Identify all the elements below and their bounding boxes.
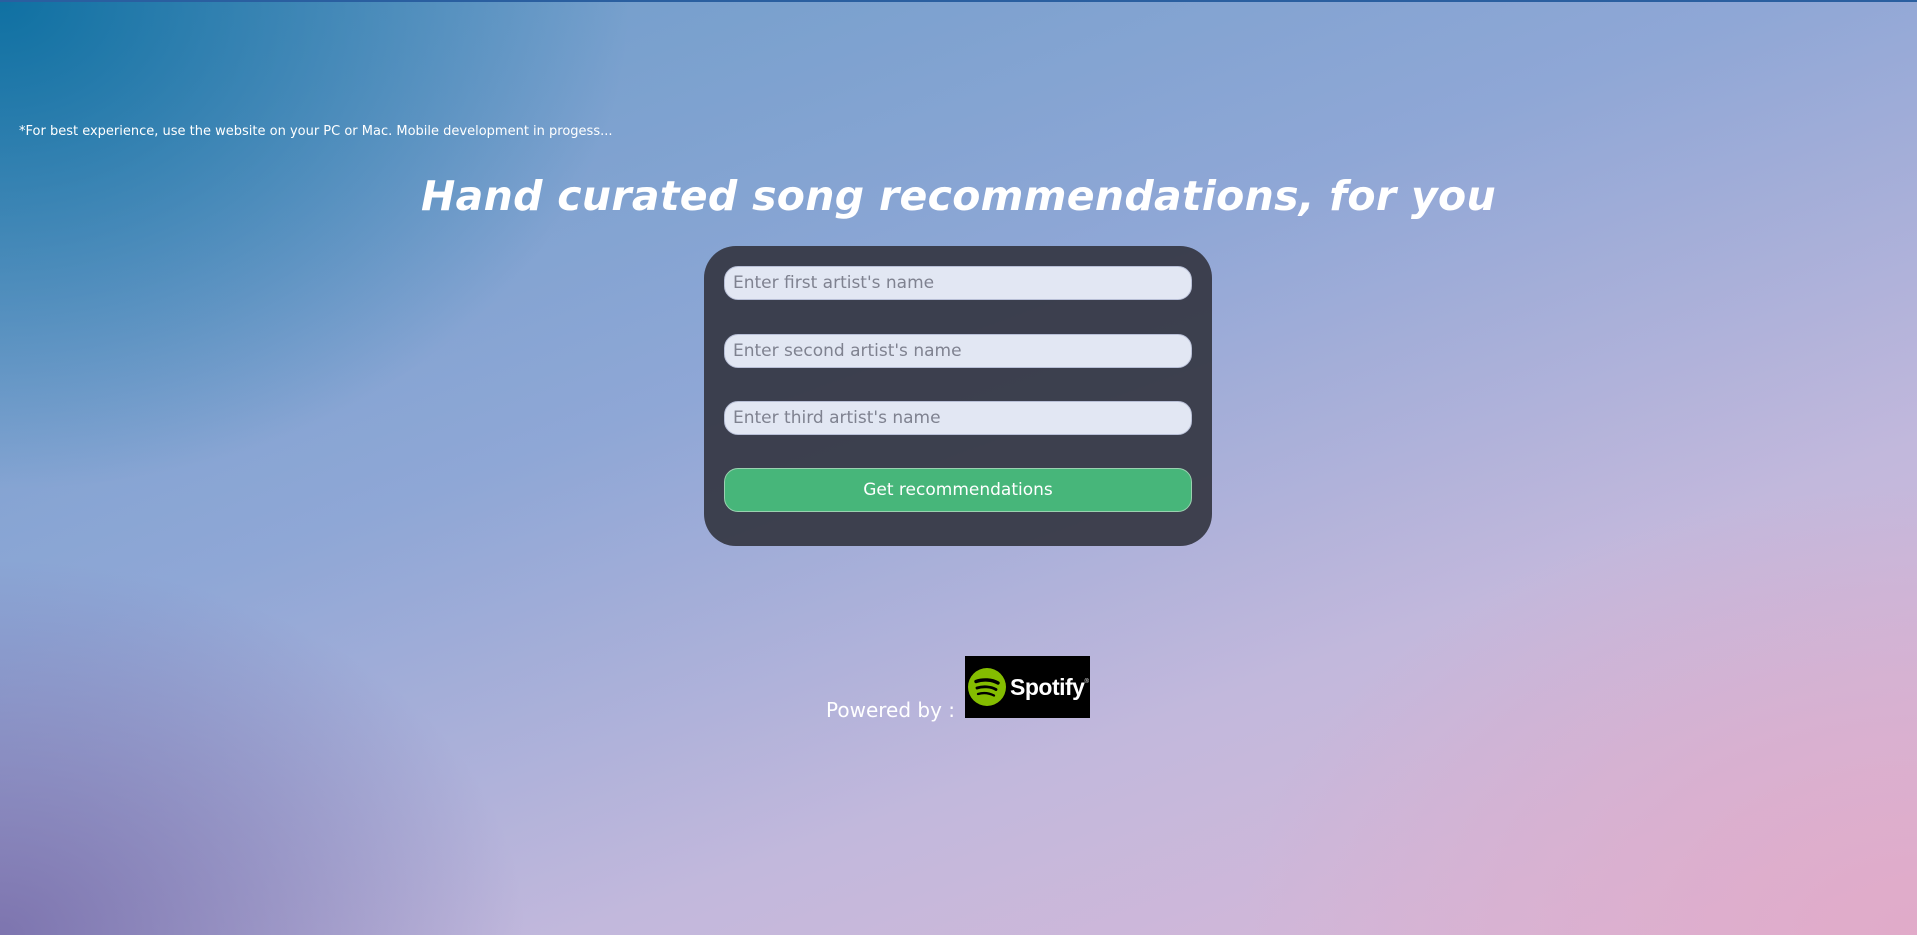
spotify-logo: Spotify® (965, 656, 1090, 718)
second-artist-input[interactable] (724, 334, 1192, 368)
get-recommendations-button[interactable]: Get recommendations (724, 468, 1192, 512)
recommendation-form: Get recommendations (704, 246, 1212, 546)
powered-by-label: Powered by : (826, 698, 956, 722)
page-title: Hand curated song recommendations, for y… (421, 172, 1496, 220)
spotify-icon (968, 668, 1006, 706)
third-artist-input[interactable] (724, 401, 1192, 435)
first-artist-input[interactable] (724, 266, 1192, 300)
top-accent-strip (0, 0, 1917, 2)
spotify-wordmark: Spotify® (1010, 673, 1089, 700)
device-notice: *For best experience, use the website on… (19, 124, 613, 139)
